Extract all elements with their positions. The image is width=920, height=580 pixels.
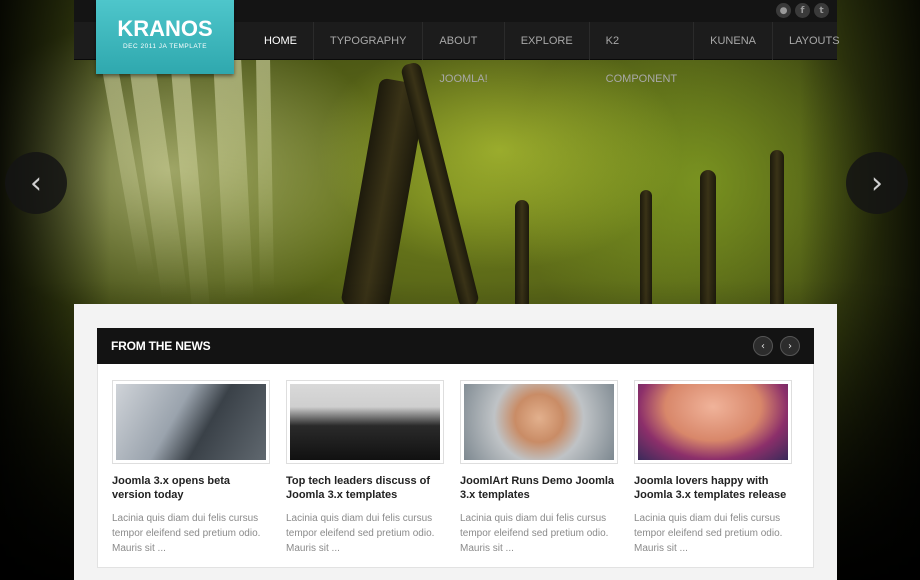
chevron-right-icon: › [871,165,883,201]
news-thumbnail[interactable] [112,380,270,464]
nav-item-explore[interactable]: EXPLORE [503,22,589,60]
chevron-left-icon: ‹ [30,165,42,201]
twitter-icon[interactable]: t [814,3,829,18]
news-thumbnail[interactable] [634,380,792,464]
rss-icon[interactable]: ● [776,3,791,18]
news-item-title[interactable]: Joomla 3.x opens beta version today [112,474,270,502]
nav-item-typography[interactable]: TYPOGRAPHY [313,22,422,60]
main-menu: HOME TYPOGRAPHY ABOUT JOOMLA! EXPLORE K2… [248,22,856,85]
nav-item-layouts[interactable]: LAYOUTS [772,22,856,60]
slider-prev-button[interactable]: ‹ [5,152,67,214]
news-header-bar: FROM THE NEWS ‹ › [97,328,814,364]
nav-item-home[interactable]: HOME [248,22,313,60]
nav-item-kunena[interactable]: KUNENA [693,22,772,60]
news-item-title[interactable]: JoomlArt Runs Demo Joomla 3.x templates [460,474,618,502]
news-thumbnail[interactable] [460,380,618,464]
news-section-title: FROM THE NEWS [111,339,211,353]
nav-item-about-joomla[interactable]: ABOUT JOOMLA! [422,22,503,85]
news-prev-button[interactable]: ‹ [753,336,773,356]
slider-next-button[interactable]: › [846,152,908,214]
news-item-title[interactable]: Top tech leaders discuss of Joomla 3.x t… [286,474,444,502]
news-item: JoomlArt Runs Demo Joomla 3.x templates … [460,380,618,556]
news-item-excerpt: Lacinia quis diam dui felis cursus tempo… [460,513,609,554]
news-carousel-controls: ‹ › [753,336,800,356]
news-item-excerpt: Lacinia quis diam dui felis cursus tempo… [286,513,435,554]
news-item: Joomla 3.x opens beta version today Laci… [112,380,270,556]
news-next-button[interactable]: › [780,336,800,356]
nav-item-k2-component[interactable]: K2 COMPONENT [588,22,694,85]
news-item-excerpt: Lacinia quis diam dui felis cursus tempo… [634,513,783,554]
logo-tagline: DEC 2011 JA TEMPLATE [122,43,208,50]
facebook-icon[interactable]: f [795,3,810,18]
news-item-title[interactable]: Joomla lovers happy with Joomla 3.x temp… [634,474,792,502]
news-thumbnail[interactable] [286,380,444,464]
site-logo[interactable]: KRANOS DEC 2011 JA TEMPLATE [96,0,234,74]
news-item-excerpt: Lacinia quis diam dui felis cursus tempo… [112,513,261,554]
social-links: ● f t [776,3,829,18]
news-list: Joomla 3.x opens beta version today Laci… [97,364,814,568]
news-item: Joomla lovers happy with Joomla 3.x temp… [634,380,792,556]
logo-name: KRANOS [117,16,213,41]
news-item: Top tech leaders discuss of Joomla 3.x t… [286,380,444,556]
news-panel: FROM THE NEWS ‹ › Joomla 3.x opens beta … [74,304,837,580]
